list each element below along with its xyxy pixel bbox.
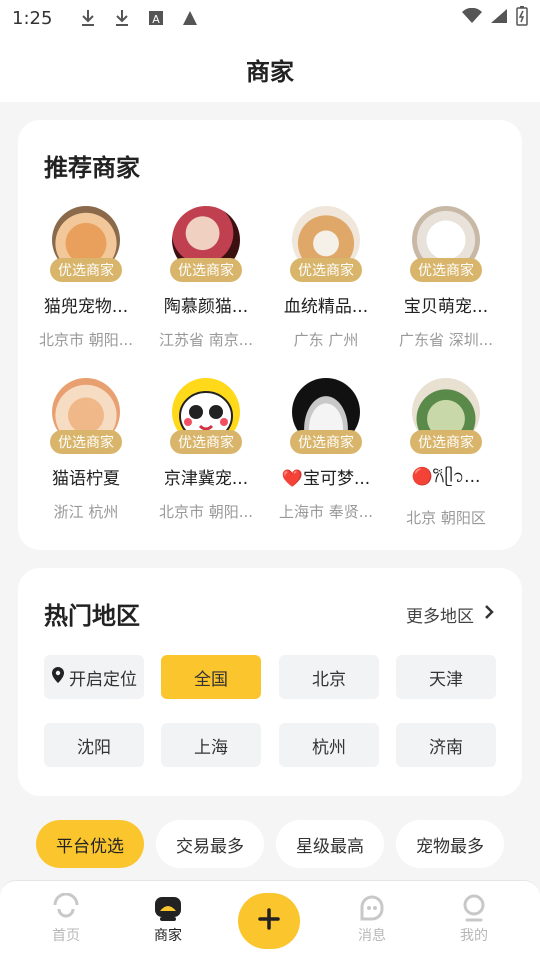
location-pin-icon xyxy=(51,666,65,689)
merchant-name: 陶慕颜猫... xyxy=(163,297,249,317)
merchant-card[interactable]: 优选商家 宝贝萌宠... 广东省 深圳... xyxy=(386,206,506,350)
merchant-card[interactable]: 优选商家 ❤️宝可梦... 上海市 奉贤... xyxy=(266,378,386,522)
svg-text:A: A xyxy=(153,13,161,26)
merchant-name: 猫兜宠物... xyxy=(43,297,129,317)
merchant-location: 江苏省 南京... xyxy=(158,331,254,349)
merchant-location: 北京 朝阳区 xyxy=(406,509,486,527)
plus-icon xyxy=(257,907,281,935)
region-tianjin[interactable]: 天津 xyxy=(396,655,496,699)
merchant-location: 北京市 朝阳... xyxy=(38,331,134,349)
enable-location-label: 开启定位 xyxy=(69,669,137,690)
tab-messages[interactable]: 消息 xyxy=(332,891,412,945)
region-hangzhou[interactable]: 杭州 xyxy=(279,723,379,767)
status-time: 1:25 xyxy=(12,7,53,29)
hot-regions-title: 热门地区 xyxy=(44,602,140,630)
region-shanghai[interactable]: 上海 xyxy=(161,723,261,767)
filter-most-pets[interactable]: 宠物最多 xyxy=(396,820,504,868)
featured-badge: 优选商家 xyxy=(290,258,362,282)
tab-home-label: 首页 xyxy=(52,928,80,944)
page-title: 商家 xyxy=(246,57,294,86)
signal-icon xyxy=(490,8,508,28)
featured-badge: 优选商家 xyxy=(50,430,122,454)
recommended-merchants-card: 推荐商家 优选商家 猫兜宠物... 北京市 朝阳... 优选商家 陶慕颜猫...… xyxy=(18,120,522,550)
merchant-location: 北京市 朝阳... xyxy=(158,503,254,521)
profile-icon xyxy=(434,891,514,925)
featured-badge: 优选商家 xyxy=(290,430,362,454)
font-app-icon: A xyxy=(146,8,166,28)
merchant-location: 浙江 杭州 xyxy=(53,503,119,521)
more-regions-link[interactable]: 更多地区 xyxy=(406,602,494,627)
tab-messages-label: 消息 xyxy=(358,928,386,944)
merchant-card[interactable]: 优选商家 血统精品... 广东 广州 xyxy=(266,206,386,350)
download-icon xyxy=(112,8,132,28)
featured-badge: 优选商家 xyxy=(170,430,242,454)
publish-button[interactable] xyxy=(238,893,300,949)
region-nationwide[interactable]: 全国 xyxy=(161,655,261,699)
merchant-location: 广东 广州 xyxy=(293,331,359,349)
filter-highest-rating[interactable]: 星级最高 xyxy=(276,820,384,868)
featured-badge: 优选商家 xyxy=(50,258,122,282)
download-icon xyxy=(78,8,98,28)
home-icon xyxy=(26,891,106,925)
merchant-name: ❤️宝可梦... xyxy=(281,469,371,489)
chevron-right-icon xyxy=(484,604,494,625)
merchant-location: 广东省 深圳... xyxy=(398,331,494,349)
more-regions-label: 更多地区 xyxy=(406,607,474,627)
merchant-card[interactable]: 优选商家 陶慕颜猫... 江苏省 南京... xyxy=(146,206,266,350)
message-icon xyxy=(332,891,412,925)
wifi-icon xyxy=(462,7,482,28)
store-icon xyxy=(128,891,208,925)
featured-badge: 优选商家 xyxy=(410,258,482,282)
region-shenyang[interactable]: 沈阳 xyxy=(44,723,144,767)
merchant-name: 宝贝萌宠... xyxy=(403,297,489,317)
tab-merchants[interactable]: 商家 xyxy=(128,891,208,945)
recommended-title: 推荐商家 xyxy=(44,154,140,182)
filter-most-transactions[interactable]: 交易最多 xyxy=(156,820,264,868)
status-system xyxy=(462,6,528,30)
featured-badge: 优选商家 xyxy=(410,430,482,454)
featured-badge: 优选商家 xyxy=(170,258,242,282)
status-bar: 1:25 A xyxy=(0,0,540,36)
tab-merchants-label: 商家 xyxy=(154,928,182,944)
tab-home[interactable]: 首页 xyxy=(26,891,106,945)
status-notifications: A xyxy=(78,8,200,28)
tab-mine[interactable]: 我的 xyxy=(434,891,514,945)
merchant-name: 🔴𐙚ᥫ᭡... xyxy=(411,467,481,487)
battery-icon xyxy=(516,6,528,30)
enable-location-button[interactable]: 开启定位 xyxy=(44,655,144,699)
merchant-name: 血统精品... xyxy=(283,297,369,317)
merchant-card[interactable]: 优选商家 京津冀宠... 北京市 朝阳... xyxy=(146,378,266,522)
tab-mine-label: 我的 xyxy=(460,928,488,944)
merchant-card[interactable]: 优选商家 猫语柠夏 浙江 杭州 xyxy=(26,378,146,522)
bottom-tab-bar: 首页 商家 消息 我的 xyxy=(0,880,540,960)
filter-platform-preferred[interactable]: 平台优选 xyxy=(36,820,144,868)
merchant-name: 猫语柠夏 xyxy=(52,469,120,489)
sort-filters: 平台优选 交易最多 星级最高 宠物最多 xyxy=(36,820,504,868)
android-debug-icon xyxy=(180,8,200,28)
region-beijing[interactable]: 北京 xyxy=(279,655,379,699)
region-jinan[interactable]: 济南 xyxy=(396,723,496,767)
merchant-card[interactable]: 优选商家 猫兜宠物... 北京市 朝阳... xyxy=(26,206,146,350)
merchant-name: 京津冀宠... xyxy=(163,469,249,489)
page-header: 商家 xyxy=(0,36,540,102)
merchant-location: 上海市 奉贤... xyxy=(278,503,374,521)
hot-regions-card: 热门地区 更多地区 开启定位 全国 北京 天津 沈阳 上海 杭州 济南 xyxy=(18,568,522,796)
merchant-card[interactable]: 优选商家 🔴𐙚ᥫ᭡... 北京 朝阳区 xyxy=(386,378,506,528)
